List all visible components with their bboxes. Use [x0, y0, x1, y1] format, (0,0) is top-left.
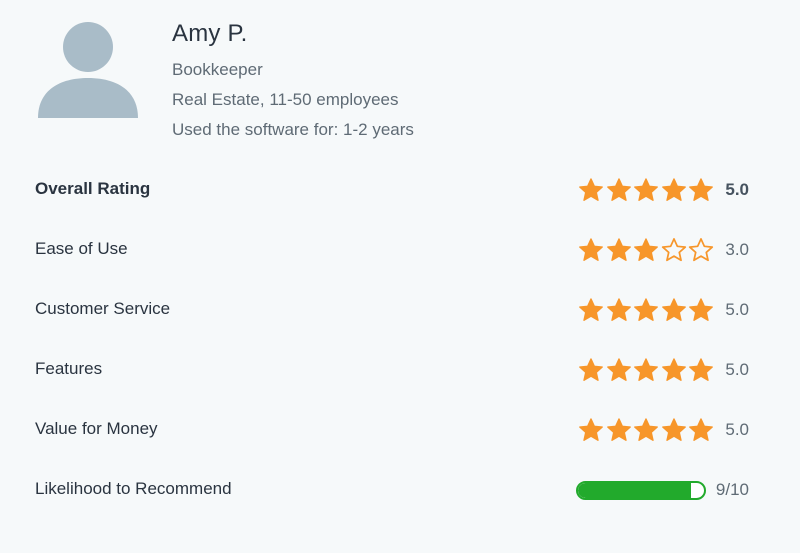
- rating-label: Customer Service: [35, 299, 171, 318]
- rating-score: 5.0: [725, 420, 749, 439]
- star-filled-icon: [634, 358, 658, 381]
- rating-score: 5.0: [725, 300, 749, 319]
- star-filled-icon: [606, 418, 631, 441]
- star-filled-icon: [579, 358, 603, 381]
- star-rating: [577, 357, 715, 383]
- rating-row-customer-service: Customer Service 5.0: [35, 295, 749, 325]
- star-filled-icon: [579, 418, 603, 441]
- star-rating: [577, 177, 715, 203]
- avatar-icon: [38, 22, 138, 118]
- rating-row-ease-of-use: Ease of Use 3.0: [35, 235, 749, 265]
- recommend-label: Likelihood to Recommend: [35, 479, 232, 498]
- star-filled-icon: [606, 178, 631, 201]
- rating-label: Overall Rating: [35, 179, 151, 198]
- recommend-score: 9/10: [715, 480, 749, 499]
- star-filled-icon: [606, 238, 631, 261]
- star-filled-icon: [661, 178, 686, 201]
- star-rating: [577, 237, 715, 263]
- star-filled-icon: [689, 418, 713, 441]
- star-empty-icon: [688, 238, 714, 262]
- star-filled-icon: [634, 238, 658, 261]
- reviewer-usage: Used the software for: 1-2 years: [172, 120, 414, 139]
- star-filled-icon: [634, 418, 658, 441]
- star-rating: [577, 297, 715, 323]
- star-filled-icon: [689, 358, 713, 381]
- star-filled-icon: [661, 298, 686, 321]
- star-filled-icon: [579, 178, 603, 201]
- star-filled-icon: [689, 298, 713, 321]
- reviewer-industry: Real Estate, 11-50 employees: [172, 90, 399, 109]
- star-empty-icon: [661, 238, 686, 262]
- star-filled-icon: [661, 418, 686, 441]
- recommend-progress-bar: [575, 480, 706, 500]
- rating-label: Ease of Use: [35, 239, 128, 258]
- star-filled-icon: [579, 298, 603, 321]
- star-filled-icon: [579, 238, 603, 261]
- star-filled-icon: [606, 358, 631, 381]
- star-filled-icon: [634, 178, 658, 201]
- star-filled-icon: [689, 178, 713, 201]
- rating-score: 3.0: [725, 240, 749, 259]
- star-filled-icon: [661, 358, 686, 381]
- rating-label: Features: [35, 359, 103, 378]
- recommend-progress-fill: [577, 482, 692, 498]
- rating-label: Value for Money: [35, 419, 158, 438]
- rating-row-overall: Overall Rating 5.0: [35, 175, 749, 205]
- reviewer-role: Bookkeeper: [172, 60, 263, 79]
- rating-score: 5.0: [725, 360, 749, 379]
- star-filled-icon: [606, 298, 631, 321]
- star-filled-icon: [634, 298, 658, 321]
- rating-row-recommend: Likelihood to Recommend 9/10: [35, 475, 749, 505]
- rating-row-value-for-money: Value for Money 5.0: [35, 415, 749, 445]
- reviewer-name: Amy P.: [172, 20, 248, 47]
- rating-score: 5.0: [725, 180, 749, 199]
- rating-row-features: Features 5.0: [35, 355, 749, 385]
- star-rating: [577, 417, 715, 443]
